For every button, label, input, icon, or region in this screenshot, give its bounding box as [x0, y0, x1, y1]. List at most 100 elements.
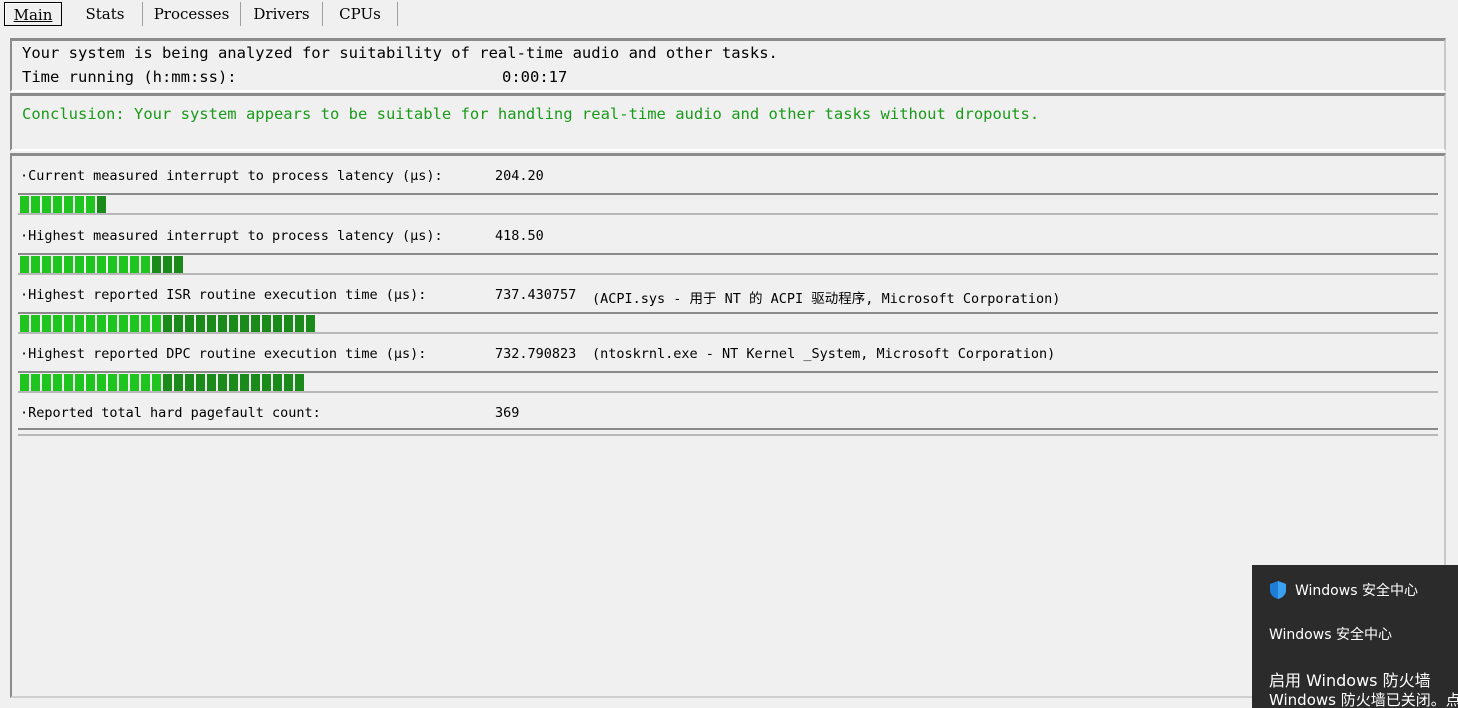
tab-label: Stats — [85, 5, 125, 23]
meter-segment — [108, 256, 117, 273]
meter-fill — [20, 374, 304, 391]
meter-segment — [163, 256, 172, 273]
meter-segment — [75, 315, 84, 332]
pagefault-label: ·Reported total hard pagefault count: — [20, 405, 321, 421]
meter-segment — [64, 374, 73, 391]
notification-subtitle: Windows 安全中心 — [1269, 627, 1392, 643]
meter-segment — [152, 374, 161, 391]
current-latency-value: 204.20 — [495, 168, 544, 184]
meter-segment — [97, 256, 106, 273]
meter-segment — [174, 256, 183, 273]
tab-label: Drivers — [253, 5, 310, 23]
meter-segment — [64, 315, 73, 332]
time-running-value: 0:00:17 — [502, 68, 568, 86]
meter-segment — [273, 374, 282, 391]
meter-segment — [295, 374, 304, 391]
time-running-label: Time running (h:mm:ss): — [22, 68, 237, 86]
meter-segment — [86, 374, 95, 391]
meter-segment — [97, 374, 106, 391]
highest-latency-value: 418.50 — [495, 228, 544, 244]
meter-segment — [196, 315, 205, 332]
meter-segment — [207, 315, 216, 332]
notification-title: 启用 Windows 防火墙 — [1269, 671, 1431, 690]
meter-segment — [108, 315, 117, 332]
current-latency-meter — [18, 193, 1438, 215]
meter-segment — [196, 374, 205, 391]
tab-cpus[interactable]: CPUs — [323, 2, 398, 26]
meter-segment — [229, 315, 238, 332]
meter-segment — [31, 374, 40, 391]
meter-segment — [141, 315, 150, 332]
meter-segment — [86, 196, 95, 213]
meter-segment — [53, 374, 62, 391]
meter-segment — [31, 196, 40, 213]
pagefault-meter — [18, 428, 1438, 436]
meter-segment — [86, 256, 95, 273]
current-latency-label: ·Current measured interrupt to process l… — [20, 168, 443, 184]
tab-drivers[interactable]: Drivers — [241, 2, 323, 26]
meter-segment — [64, 196, 73, 213]
isr-time-label: ·Highest reported ISR routine execution … — [20, 287, 427, 303]
dpc-time-label: ·Highest reported DPC routine execution … — [20, 346, 427, 362]
meter-segment — [185, 374, 194, 391]
tab-label: CPUs — [339, 5, 381, 23]
meter-segment — [295, 315, 304, 332]
meter-segment — [284, 374, 293, 391]
meter-segment — [152, 315, 161, 332]
meter-segment — [262, 315, 271, 332]
meter-segment — [262, 374, 271, 391]
notification-app-name: Windows 安全中心 — [1295, 583, 1418, 599]
meter-fill — [20, 196, 106, 213]
meter-segment — [251, 315, 260, 332]
meter-segment — [284, 315, 293, 332]
meter-segment — [273, 315, 282, 332]
meter-segment — [207, 374, 216, 391]
analysis-status-text: Your system is being analyzed for suitab… — [22, 44, 778, 62]
meter-segment — [75, 196, 84, 213]
meter-segment — [240, 374, 249, 391]
meter-segment — [108, 374, 117, 391]
meter-segment — [130, 315, 139, 332]
dpc-time-value: 732.790823 — [495, 346, 577, 362]
notification-toast[interactable]: Windows 安全中心 Windows 安全中心 启用 Windows 防火墙… — [1252, 565, 1458, 708]
metrics-panel: ·Current measured interrupt to process l… — [10, 153, 1446, 698]
highest-latency-meter — [18, 253, 1438, 275]
isr-time-value: 737.430757 — [495, 287, 577, 303]
meter-segment — [174, 315, 183, 332]
meter-segment — [42, 374, 51, 391]
meter-segment — [240, 315, 249, 332]
meter-segment — [229, 374, 238, 391]
tab-processes[interactable]: Processes — [143, 2, 241, 26]
meter-segment — [163, 315, 172, 332]
meter-segment — [218, 374, 227, 391]
tab-main[interactable]: Main — [4, 2, 62, 26]
meter-segment — [141, 256, 150, 273]
meter-segment — [20, 315, 29, 332]
meter-segment — [218, 315, 227, 332]
tab-label: Processes — [153, 5, 230, 23]
meter-segment — [20, 374, 29, 391]
meter-segment — [20, 256, 29, 273]
meter-segment — [97, 315, 106, 332]
meter-segment — [75, 374, 84, 391]
tab-bar: Main Stats Processes Drivers CPUs — [0, 0, 1458, 30]
isr-driver-info: (ACPI.sys - 用于 NT 的 ACPI 驱动程序, Microsoft… — [592, 291, 1061, 307]
tab-label: Main — [13, 6, 53, 24]
meter-segment — [53, 256, 62, 273]
pagefault-value: 369 — [495, 405, 520, 421]
meter-fill — [20, 256, 183, 273]
meter-segment — [119, 374, 128, 391]
meter-segment — [42, 256, 51, 273]
tab-stats[interactable]: Stats — [68, 2, 143, 26]
meter-segment — [97, 196, 106, 213]
meter-segment — [141, 374, 150, 391]
meter-segment — [251, 374, 260, 391]
meter-segment — [53, 196, 62, 213]
status-panel: Your system is being analyzed for suitab… — [10, 38, 1446, 92]
meter-segment — [31, 315, 40, 332]
notification-body: Windows 防火墙已关闭。点 — [1269, 691, 1458, 708]
meter-segment — [152, 256, 161, 273]
notification-app-row: Windows 安全中心 — [1269, 580, 1418, 600]
meter-segment — [53, 315, 62, 332]
meter-segment — [31, 256, 40, 273]
